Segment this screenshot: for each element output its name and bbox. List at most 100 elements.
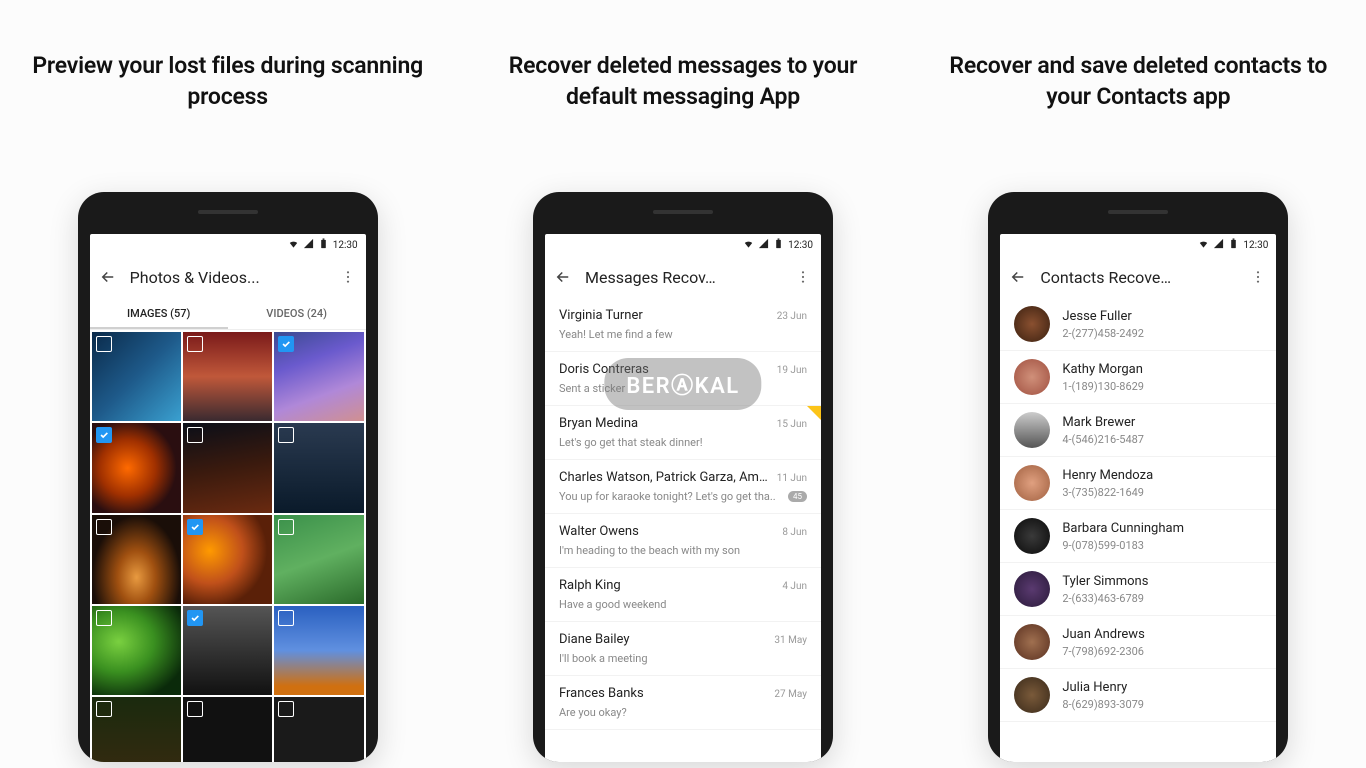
appbar-title: Messages Recov… <box>585 268 781 287</box>
message-item[interactable]: Charles Watson, Patrick Garza, Amy C...1… <box>545 460 821 514</box>
photo-thumb[interactable] <box>274 515 363 604</box>
photo-thumb[interactable] <box>183 606 272 695</box>
message-item[interactable]: Diane Bailey31 MayI'll book a meeting <box>545 622 821 676</box>
photo-thumb[interactable] <box>183 697 272 762</box>
photo-thumb[interactable] <box>183 515 272 604</box>
thumb-checkbox[interactable] <box>278 336 294 352</box>
message-item[interactable]: Walter Owens8 JunI'm heading to the beac… <box>545 514 821 568</box>
photo-thumb[interactable] <box>183 332 272 421</box>
contact-item[interactable]: Julia Henry8-(629)893-3079 <box>1000 669 1276 722</box>
thumb-checkbox[interactable] <box>96 610 112 626</box>
contact-phone: 4-(546)216-5487 <box>1062 433 1262 446</box>
battery-icon <box>773 238 784 252</box>
message-item[interactable]: Bryan Medina15 JunLet's go get that stea… <box>545 406 821 460</box>
thumb-checkbox[interactable] <box>278 701 294 717</box>
unread-badge: 45 <box>788 491 807 502</box>
thumb-checkbox[interactable] <box>96 701 112 717</box>
photo-thumb[interactable] <box>92 423 181 512</box>
contact-item[interactable]: Kathy Morgan1-(189)130-8629 <box>1000 351 1276 404</box>
contact-avatar <box>1014 518 1050 554</box>
message-list: Virginia Turner23 JunYeah! Let me find a… <box>545 298 821 762</box>
photo-thumb[interactable] <box>92 515 181 604</box>
contact-phone: 3-(735)822-1649 <box>1062 486 1262 499</box>
panel-contacts: Recover and save deleted contacts to you… <box>911 0 1366 768</box>
message-sender: Walter Owens <box>559 524 774 539</box>
phone-speaker <box>1108 210 1168 214</box>
contact-item[interactable]: Mark Brewer 4-(546)216-5487 <box>1000 404 1276 457</box>
message-date: 19 Jun <box>777 365 807 376</box>
tab-images[interactable]: IMAGES (57) <box>90 298 228 329</box>
message-preview: Yeah! Let me find a few <box>559 328 807 341</box>
more-vert-icon[interactable] <box>1248 267 1268 287</box>
back-arrow-icon[interactable] <box>553 267 573 287</box>
statusbar: 12:30 <box>90 234 366 256</box>
appbar: Messages Recov… <box>545 256 821 298</box>
contact-avatar <box>1014 359 1050 395</box>
statusbar-time: 12:30 <box>333 240 358 251</box>
contact-name: Henry Mendoza <box>1062 468 1262 483</box>
more-vert-icon[interactable] <box>338 267 358 287</box>
contact-item[interactable]: Tyler Simmons2-(633)463-6789 <box>1000 563 1276 616</box>
photo-thumb[interactable] <box>274 606 363 695</box>
contact-list: Jesse Fuller2-(277)458-2492Kathy Morgan1… <box>1000 298 1276 762</box>
thumb-checkbox[interactable] <box>187 427 203 443</box>
photo-thumb[interactable] <box>183 423 272 512</box>
thumb-checkbox[interactable] <box>278 519 294 535</box>
message-sender: Doris Contreras <box>559 362 769 377</box>
message-preview: Are you okay? <box>559 706 807 719</box>
wifi-icon <box>743 238 754 252</box>
message-item[interactable]: Doris Contreras19 JunSent a sticker <box>545 352 821 406</box>
back-arrow-icon[interactable] <box>98 267 118 287</box>
thumb-checkbox[interactable] <box>187 336 203 352</box>
contact-name: Juan Andrews <box>1062 627 1262 642</box>
thumb-checkbox[interactable] <box>187 701 203 717</box>
message-sender: Frances Banks <box>559 686 766 701</box>
contact-avatar <box>1014 465 1050 501</box>
tabs: IMAGES (57)VIDEOS (24) <box>90 298 366 330</box>
panel-messages: Recover deleted messages to your default… <box>455 0 910 768</box>
message-item[interactable]: Virginia Turner23 JunYeah! Let me find a… <box>545 298 821 352</box>
signal-icon <box>758 238 769 252</box>
message-preview: Let's go get that steak dinner! <box>559 436 807 449</box>
back-arrow-icon[interactable] <box>1008 267 1028 287</box>
contact-name: Tyler Simmons <box>1062 574 1262 589</box>
message-sender: Ralph King <box>559 578 774 593</box>
thumb-checkbox[interactable] <box>96 427 112 443</box>
thumb-checkbox[interactable] <box>96 519 112 535</box>
contact-name: Mark Brewer <box>1062 415 1262 430</box>
message-item[interactable]: Frances Banks27 MayAre you okay? <box>545 676 821 730</box>
flag-corner-icon <box>807 406 821 420</box>
photo-grid <box>90 330 366 762</box>
message-item[interactable]: Ralph King4 JunHave a good weekend <box>545 568 821 622</box>
photo-thumb[interactable] <box>92 332 181 421</box>
contact-avatar <box>1014 677 1050 713</box>
phone-speaker <box>653 210 713 214</box>
signal-icon <box>303 238 314 252</box>
thumb-checkbox[interactable] <box>187 610 203 626</box>
more-vert-icon[interactable] <box>793 267 813 287</box>
photo-thumb[interactable] <box>92 606 181 695</box>
contact-item[interactable]: Barbara Cunningham9-(078)599-0183 <box>1000 510 1276 563</box>
signal-icon <box>1213 238 1224 252</box>
contact-phone: 1-(189)130-8629 <box>1062 380 1262 393</box>
battery-icon <box>318 238 329 252</box>
thumb-checkbox[interactable] <box>187 519 203 535</box>
photo-thumb[interactable] <box>274 332 363 421</box>
panel-photos: Preview your lost files during scanning … <box>0 0 455 768</box>
statusbar: 12:30 <box>545 234 821 256</box>
contact-item[interactable]: Juan Andrews7-(798)692-2306 <box>1000 616 1276 669</box>
wifi-icon <box>288 238 299 252</box>
appbar: Photos & Videos... <box>90 256 366 298</box>
thumb-checkbox[interactable] <box>96 336 112 352</box>
page-root: { "status": { "time": "12:30" }, "waterm… <box>0 0 1366 768</box>
thumb-checkbox[interactable] <box>278 610 294 626</box>
contact-phone: 2-(277)458-2492 <box>1062 327 1262 340</box>
contact-item[interactable]: Henry Mendoza 3-(735)822-1649 <box>1000 457 1276 510</box>
contact-item[interactable]: Jesse Fuller2-(277)458-2492 <box>1000 298 1276 351</box>
photo-thumb[interactable] <box>92 697 181 762</box>
photo-thumb[interactable] <box>274 697 363 762</box>
statusbar-time: 12:30 <box>1243 240 1268 251</box>
thumb-checkbox[interactable] <box>278 427 294 443</box>
tab-videos[interactable]: VIDEOS (24) <box>228 298 366 329</box>
photo-thumb[interactable] <box>274 423 363 512</box>
